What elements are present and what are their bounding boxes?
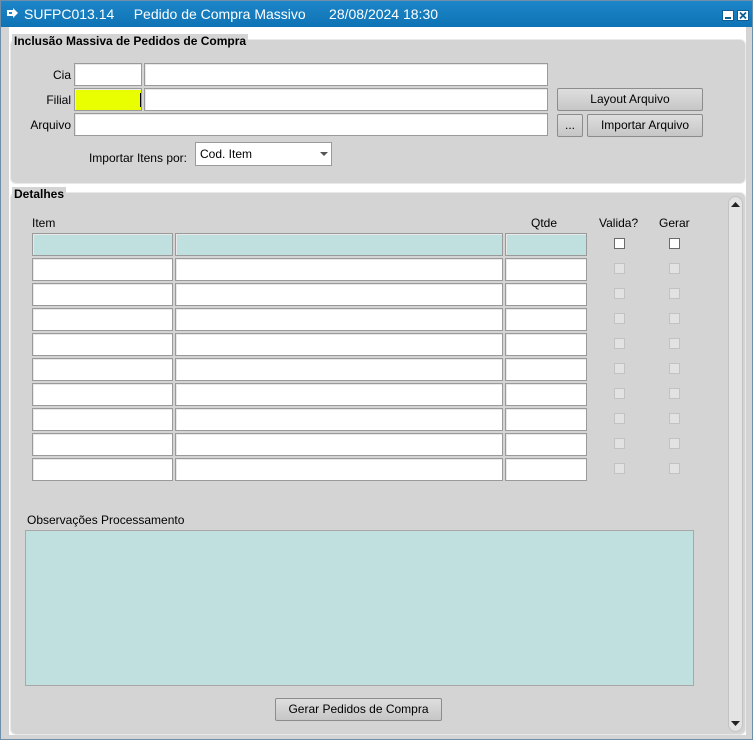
filial-code-field[interactable] (74, 88, 142, 111)
scroll-up-icon[interactable] (730, 201, 741, 209)
qtde-cell[interactable] (505, 433, 587, 456)
item-description-cell[interactable] (175, 283, 503, 306)
scroll-down-icon[interactable] (730, 719, 741, 727)
qtde-cell[interactable] (505, 283, 587, 306)
valida-column-header: Valida? (599, 216, 639, 230)
qtde-cell[interactable] (505, 383, 587, 406)
valida-checkbox[interactable] (614, 463, 625, 474)
gerar-checkbox[interactable] (669, 438, 680, 449)
item-description-cell[interactable] (175, 233, 503, 256)
importar-por-select[interactable]: Cod. Item (195, 142, 332, 166)
gerar-checkbox[interactable] (669, 363, 680, 374)
qtde-cell[interactable] (505, 358, 587, 381)
valida-checkbox[interactable] (614, 238, 625, 249)
item-code-cell[interactable] (32, 308, 173, 331)
importar-por-label: Importar Itens por: (88, 151, 187, 165)
cia-label: Cia (52, 68, 71, 82)
qtde-cell[interactable] (505, 258, 587, 281)
layout-arquivo-button[interactable]: Layout Arquivo (557, 88, 703, 111)
gerar-pedidos-button[interactable]: Gerar Pedidos de Compra (275, 698, 442, 721)
gerar-checkbox[interactable] (669, 288, 680, 299)
item-description-cell[interactable] (175, 258, 503, 281)
qtde-cell[interactable] (505, 408, 587, 431)
gerar-checkbox[interactable] (669, 313, 680, 324)
arquivo-field[interactable] (74, 113, 548, 136)
gerar-checkbox[interactable] (669, 463, 680, 474)
detalhes-legend: Detalhes (12, 187, 67, 201)
gerar-checkbox[interactable] (669, 238, 680, 249)
valida-checkbox[interactable] (614, 388, 625, 399)
browse-button[interactable]: ... (557, 114, 583, 137)
importar-por-value: Cod. Item (200, 147, 253, 161)
item-code-cell[interactable] (32, 458, 173, 481)
valida-checkbox[interactable] (614, 363, 625, 374)
cia-code-field[interactable] (74, 63, 142, 86)
gerar-checkbox[interactable] (669, 338, 680, 349)
item-code-cell[interactable] (32, 333, 173, 356)
valida-checkbox[interactable] (614, 413, 625, 424)
item-description-cell[interactable] (175, 433, 503, 456)
valida-checkbox[interactable] (614, 438, 625, 449)
inclusao-legend: Inclusão Massiva de Pedidos de Compra (12, 34, 249, 48)
gerar-checkbox[interactable] (669, 413, 680, 424)
observacoes-label: Observações Processamento (27, 513, 185, 527)
valida-checkbox[interactable] (614, 338, 625, 349)
gerar-checkbox[interactable] (669, 388, 680, 399)
valida-checkbox[interactable] (614, 263, 625, 274)
item-description-cell[interactable] (175, 333, 503, 356)
window-title: SUFPC013.14 Pedido de Compra Massivo 28/… (24, 6, 439, 22)
qtde-cell[interactable] (505, 233, 587, 256)
item-code-cell[interactable] (32, 258, 173, 281)
item-description-cell[interactable] (175, 358, 503, 381)
item-code-cell[interactable] (32, 358, 173, 381)
observacoes-textarea[interactable] (25, 530, 694, 686)
filial-label: Filial (46, 93, 71, 107)
arquivo-label: Arquivo (30, 118, 71, 132)
qtde-cell[interactable] (505, 333, 587, 356)
item-code-cell[interactable] (32, 408, 173, 431)
item-description-cell[interactable] (175, 408, 503, 431)
item-column-header: Item (32, 216, 56, 230)
qtde-cell[interactable] (505, 458, 587, 481)
item-description-cell[interactable] (175, 383, 503, 406)
app-window: SUFPC013.14 Pedido de Compra Massivo 28/… (0, 0, 753, 740)
qtde-cell[interactable] (505, 308, 587, 331)
valida-checkbox[interactable] (614, 313, 625, 324)
minimize-icon[interactable] (722, 10, 734, 21)
text-caret (140, 93, 141, 107)
title-bar: SUFPC013.14 Pedido de Compra Massivo 28/… (1, 1, 752, 27)
app-icon (7, 8, 18, 18)
gerar-column-header: Gerar (659, 216, 690, 230)
gerar-checkbox[interactable] (669, 263, 680, 274)
cia-name-field[interactable] (144, 63, 548, 86)
item-code-cell[interactable] (32, 283, 173, 306)
item-code-cell[interactable] (32, 233, 173, 256)
valida-checkbox[interactable] (614, 288, 625, 299)
importar-arquivo-button[interactable]: Importar Arquivo (587, 114, 703, 137)
item-description-cell[interactable] (175, 308, 503, 331)
vertical-scrollbar[interactable] (728, 196, 743, 732)
filial-name-field[interactable] (144, 88, 548, 111)
qtde-column-header: Qtde (531, 216, 558, 230)
item-code-cell[interactable] (32, 433, 173, 456)
chevron-down-icon (320, 152, 328, 156)
item-description-cell[interactable] (175, 458, 503, 481)
close-icon[interactable] (737, 10, 749, 21)
item-code-cell[interactable] (32, 383, 173, 406)
